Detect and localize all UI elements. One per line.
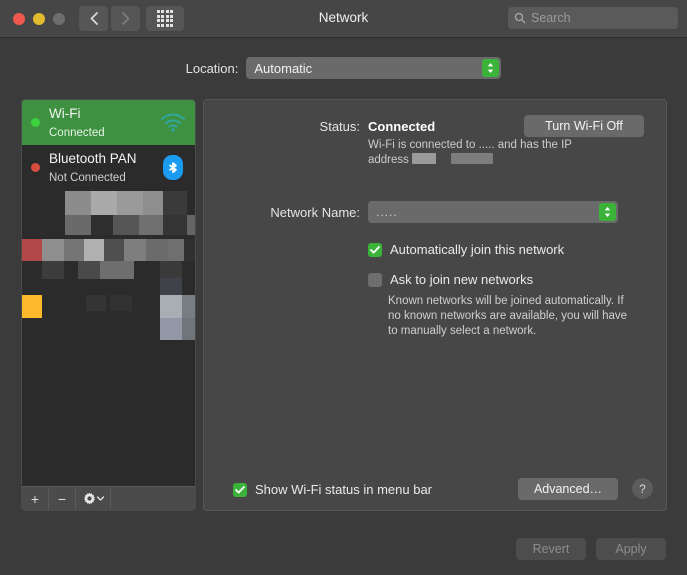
network-preferences-window: Network Search Location: Automatic — [0, 0, 687, 575]
network-name-select[interactable]: ..... — [368, 201, 618, 223]
redacted-service-row[interactable] — [22, 288, 195, 337]
service-list-toolbar: + − — [22, 486, 195, 510]
help-button[interactable]: ? — [632, 478, 653, 499]
redacted-ip-block — [451, 153, 493, 164]
redacted-ip-block — [412, 153, 436, 164]
show-status-menubar-checkbox[interactable] — [233, 483, 247, 497]
service-actions-button[interactable] — [76, 487, 111, 510]
add-service-button[interactable]: + — [22, 487, 49, 510]
status-description-pre: Wi-Fi is connected to — [368, 139, 475, 151]
status-dot-connected — [31, 118, 40, 127]
sidebar-item-bluetooth-pan-status: Not Connected — [49, 172, 126, 184]
location-select[interactable]: Automatic — [246, 57, 501, 79]
search-placeholder: Search — [531, 11, 571, 25]
titlebar: Network Search — [0, 0, 687, 38]
auto-join-label: Automatically join this network — [390, 242, 564, 257]
status-description-mid: and has the IP — [498, 139, 572, 151]
checkmark-icon — [370, 246, 380, 254]
ask-join-label: Ask to join new networks — [390, 272, 533, 287]
wifi-settings-panel: Status: Connected Turn Wi-Fi Off Wi-Fi i… — [203, 99, 667, 511]
status-value: Connected — [368, 119, 435, 134]
network-name-row: Network Name: ..... — [204, 201, 666, 223]
footer-buttons: Revert Apply — [516, 538, 666, 560]
search-icon — [514, 12, 526, 24]
redacted-service-row[interactable] — [22, 190, 195, 239]
bluetooth-icon — [158, 154, 188, 181]
checkmark-icon — [235, 486, 245, 494]
ask-join-checkbox-row[interactable]: Ask to join new networks — [368, 272, 533, 287]
location-label: Location: — [186, 61, 239, 76]
sidebar-item-wifi-status: Connected — [49, 127, 105, 139]
search-field[interactable]: Search — [508, 7, 678, 29]
wifi-icon — [158, 113, 188, 132]
toolbar-spacer — [111, 487, 195, 510]
sidebar-item-wifi-name: Wi-Fi — [49, 106, 80, 121]
auto-join-checkbox-row[interactable]: Automatically join this network — [368, 242, 564, 257]
menubar-checkbox-row[interactable]: Show Wi-Fi status in menu bar — [233, 482, 432, 497]
advanced-button[interactable]: Advanced… — [518, 478, 618, 500]
help-text: Known networks will be joined automatica… — [388, 294, 633, 339]
network-name-value: ..... — [376, 205, 398, 219]
ask-join-checkbox[interactable] — [368, 273, 382, 287]
sidebar-item-bluetooth-pan[interactable]: Bluetooth PAN Not Connected — [22, 145, 195, 190]
chevron-updown-icon — [599, 203, 616, 221]
location-row: Location: Automatic — [0, 57, 687, 79]
status-dot-disconnected — [31, 163, 40, 172]
auto-join-checkbox[interactable] — [368, 243, 382, 257]
turn-wifi-off-button[interactable]: Turn Wi-Fi Off — [524, 115, 644, 137]
status-label: Status: — [204, 119, 360, 134]
show-status-menubar-label: Show Wi-Fi status in menu bar — [255, 482, 432, 497]
revert-button: Revert — [516, 538, 586, 560]
location-value: Automatic — [254, 61, 312, 76]
sidebar-item-wifi[interactable]: Wi-Fi Connected — [22, 100, 195, 145]
status-description: Wi-Fi is connected to ..... and has the … — [368, 138, 583, 168]
remove-service-button[interactable]: − — [49, 487, 76, 510]
apply-button: Apply — [596, 538, 666, 560]
chevron-updown-icon — [482, 59, 499, 77]
status-row: Status: Connected Turn Wi-Fi Off — [204, 119, 666, 134]
network-name-label: Network Name: — [204, 205, 360, 220]
gear-icon — [83, 492, 96, 505]
sidebar-item-bluetooth-pan-name: Bluetooth PAN — [49, 151, 137, 166]
chevron-down-icon — [97, 496, 104, 501]
service-list[interactable]: Wi-Fi Connected Bluetooth PAN Not Connec… — [21, 99, 196, 511]
status-description-network: ..... — [479, 139, 495, 151]
status-description-post: address — [368, 154, 409, 166]
